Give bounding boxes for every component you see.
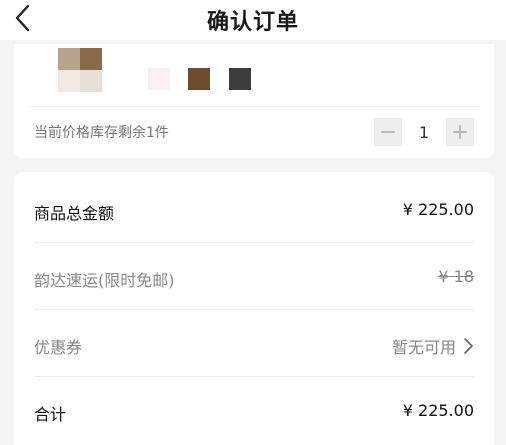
page-title: 确认订单 <box>206 10 299 35</box>
top-nav-bar: 确认订单 <box>0 0 506 40</box>
shipping-fee: ¥ 18 <box>438 267 474 286</box>
color-swatch-dark[interactable] <box>229 68 251 90</box>
order-summary-card: 商品总金额 ¥ 225.00 韵达速运(限时免邮) ¥ 18 优惠券 暂无可用 … <box>14 172 494 445</box>
product-card: 当前价格库存剩余1件 1 <box>14 44 494 158</box>
color-swatch-brown[interactable] <box>188 68 210 90</box>
total-label: 合计 <box>34 405 67 424</box>
subtotal-value: ¥ 225.00 <box>402 200 474 219</box>
plus-icon <box>453 125 467 139</box>
color-swatch-light[interactable] <box>148 68 170 90</box>
total-value: ¥ 225.00 <box>402 401 474 420</box>
coupon-label: 优惠券 <box>34 338 83 357</box>
chevron-right-icon <box>464 338 473 354</box>
increase-quantity-button[interactable] <box>446 118 474 146</box>
quantity-value[interactable]: 1 <box>402 123 446 142</box>
coupon-value: 暂无可用 <box>391 338 456 357</box>
stock-note: 当前价格库存剩余1件 <box>34 125 169 141</box>
coupon-row[interactable]: 优惠券 暂无可用 <box>14 310 494 376</box>
subtotal-label: 商品总金额 <box>34 204 115 223</box>
total-row: 合计 ¥ 225.00 <box>14 377 494 443</box>
decrease-quantity-button[interactable] <box>374 118 402 146</box>
subtotal-row: 商品总金额 ¥ 225.00 <box>14 176 494 242</box>
coupon-selector[interactable]: 暂无可用 <box>392 334 474 358</box>
quantity-stepper: 1 <box>374 118 474 146</box>
divider <box>28 106 480 107</box>
product-thumbnail[interactable] <box>58 48 102 92</box>
shipping-label: 韵达速运(限时免邮) <box>34 271 175 290</box>
minus-icon <box>381 131 395 133</box>
shipping-row: 韵达速运(限时免邮) ¥ 18 <box>14 243 494 309</box>
